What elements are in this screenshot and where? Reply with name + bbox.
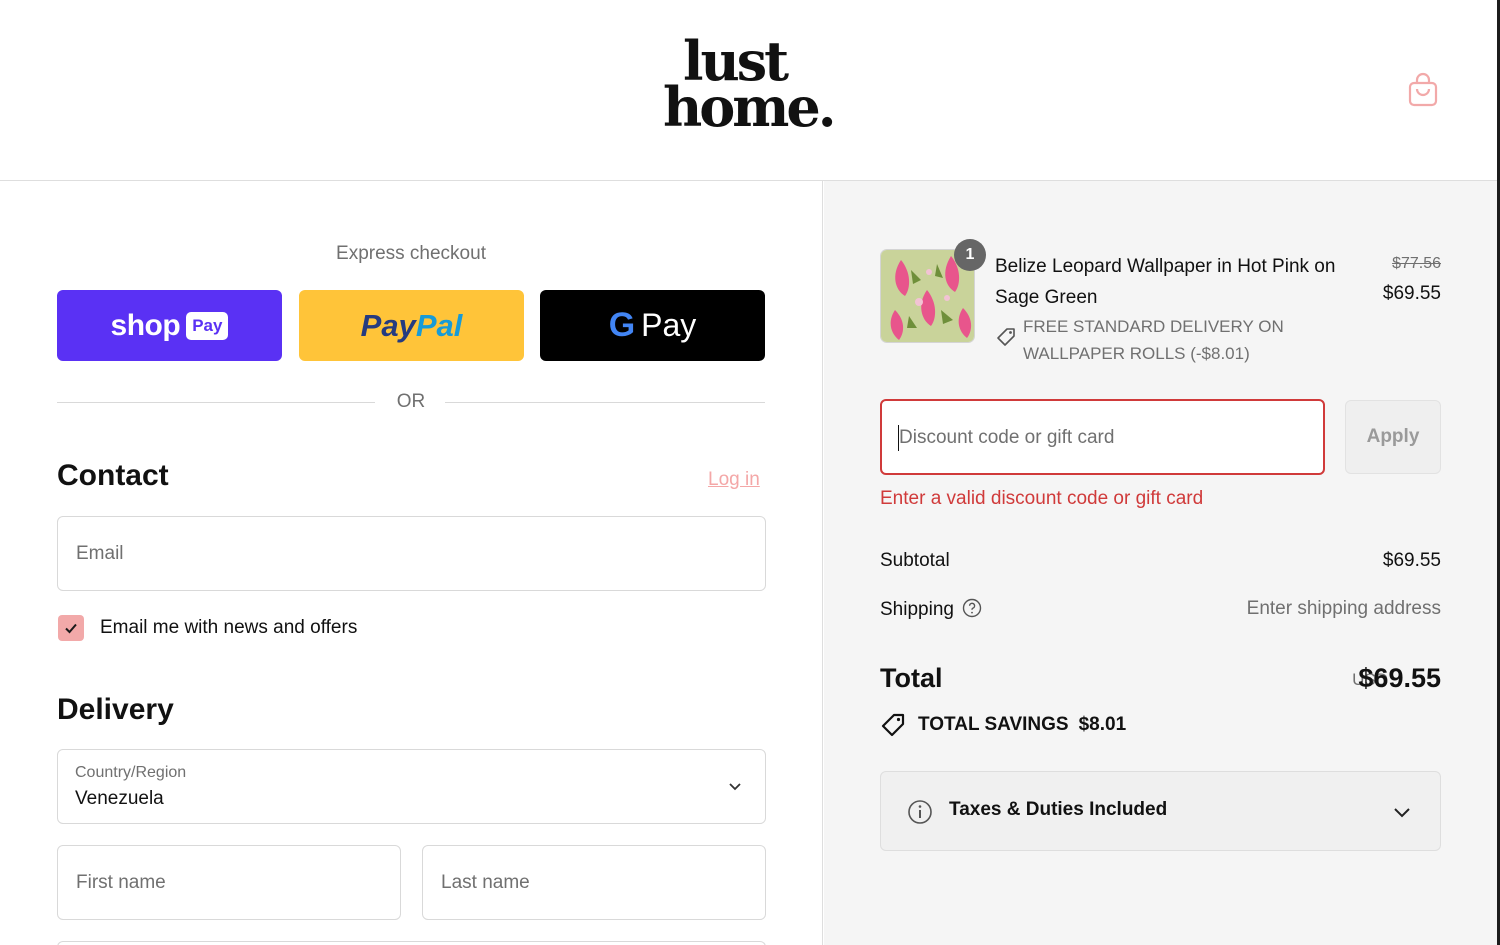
subtotal-label: Subtotal [880,550,950,571]
apply-button[interactable]: Apply [1345,400,1441,474]
google-pay-button[interactable]: G Pay [540,290,765,361]
discount-placeholder: Discount code or gift card [899,427,1115,448]
divider-line-right [445,402,765,403]
product-discount-text: FREE STANDARD DELIVERY ON WALLPAPER ROLL… [1023,317,1284,363]
total-savings: TOTAL SAVINGS $8.01 [880,711,1126,739]
google-pay-label: Pay [641,307,697,343]
subtotal-value: $69.55 [1382,550,1441,571]
country-label: Country/Region [75,764,187,781]
shopping-bag-icon[interactable] [1405,72,1441,108]
address-field[interactable] [57,941,766,945]
info-icon [908,800,932,824]
savings-label: TOTAL SAVINGS [918,714,1069,735]
quantity-badge: 1 [954,239,986,271]
discount-error-message: Enter a valid discount code or gift card [880,488,1204,509]
original-price: $77.56 [1392,255,1441,272]
header: lust home. [0,0,1500,181]
logo-line-2: home. [663,75,837,139]
lust-home-logo[interactable]: lust home. [663,34,853,139]
express-checkout-title: Express checkout [336,243,486,264]
shipping-value: Enter shipping address [1246,598,1441,619]
country-select[interactable]: Country/Region Venezuela [57,749,766,824]
news-offers-option[interactable]: Email me with news and offers [58,613,357,643]
shop-pay-wordmark: shop [110,308,181,342]
contact-heading: Contact [57,459,169,492]
delivery-heading: Delivery [57,693,174,726]
savings-tag-icon [881,713,905,737]
order-summary: 1 Belize Leopard Wallpaper in Hot Pink o… [824,181,1497,945]
help-circle-icon[interactable] [962,598,982,618]
total-value: $69.55 [1358,663,1441,693]
last-name-placeholder: Last name [441,871,530,893]
country-value: Venezuela [75,788,164,809]
taxes-duties-accordion[interactable]: Taxes & Duties Included [880,771,1441,851]
paypal-wordmark: PayPal [360,307,463,343]
product-title: Belize Leopard Wallpaper in Hot Pink on … [995,256,1336,308]
last-name-field[interactable]: Last name [422,845,766,920]
total-label: Total [880,663,943,693]
login-link[interactable]: Log in [708,469,760,491]
first-name-placeholder: First name [76,871,166,893]
google-g-icon: G [608,306,636,344]
paypal-button[interactable]: PayPal [299,290,524,361]
first-name-field[interactable]: First name [57,845,401,920]
checkout-form: Express checkout shop Pay PayPal G Pay O… [0,181,823,945]
shipping-label: Shipping [880,599,954,620]
shop-pay-button[interactable]: shop Pay [57,290,282,361]
discount-tag-icon [997,328,1015,346]
news-offers-label: Email me with news and offers [100,617,358,638]
news-offers-checkbox[interactable] [58,615,84,641]
taxes-duties-label: Taxes & Duties Included [949,799,1168,820]
checkmark-icon [65,623,77,634]
shop-pay-badge: Pay [186,311,229,340]
email-placeholder: Email [76,542,124,564]
product-price: $69.55 [1382,283,1441,304]
chevron-down-icon [1394,808,1410,818]
or-divider: OR [57,391,765,415]
discount-code-input[interactable]: Discount code or gift card [880,399,1325,475]
shipping-label-wrap: Shipping [880,598,982,621]
chevron-down-icon [729,783,741,791]
email-field[interactable]: Email [57,516,766,591]
savings-value: $8.01 [1078,714,1127,735]
